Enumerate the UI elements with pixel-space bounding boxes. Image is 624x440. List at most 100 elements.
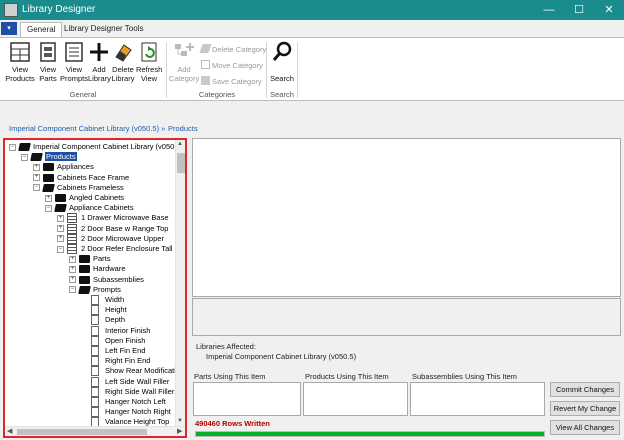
title-bar: Library Designer — ☐ ✕ [0,0,624,20]
folder-icon [55,194,66,202]
tree-node[interactable]: Angled Cabinets [69,193,124,203]
scroll-up-icon[interactable]: ▲ [177,141,183,147]
tree-node[interactable]: Hanger Notch Left [105,397,166,407]
tree-node[interactable]: Left Fin End [105,346,145,356]
scroll-down-icon[interactable]: ▼ [177,418,183,424]
tree-node[interactable]: Left Side Wall Filler [105,377,169,387]
tree-node[interactable]: Interior Finish [105,326,150,336]
product-grid-icon [67,213,77,224]
move-category-icon [201,60,210,69]
expand-node-icon[interactable]: + [57,235,64,243]
tree-node[interactable]: Height [105,305,127,315]
delete-library-button[interactable]: Delete Library [110,41,136,83]
parts-using-list[interactable] [193,382,301,416]
tree-node[interactable]: Prompts [93,285,121,295]
quick-access-dropdown-icon[interactable]: ▾ [1,22,17,35]
tree-node[interactable]: Open Finish [105,336,145,346]
tree-vertical-scrollbar[interactable]: ▲ ▼ [175,140,185,426]
tree-node[interactable]: Right Side Wall Filler [105,387,174,397]
view-all-changes-button[interactable]: View All Changes [550,420,620,435]
expand-node-icon[interactable]: + [69,276,76,284]
app-icon [4,3,18,17]
product-grid-icon [67,233,77,244]
close-button[interactable]: ✕ [594,1,624,19]
scroll-left-icon[interactable]: ◀ [7,427,12,435]
collapse-node-icon[interactable]: − [69,286,76,294]
tree-node[interactable]: Appliance Cabinets [69,203,134,213]
tree-node[interactable]: Parts [93,254,111,264]
view-parts-button[interactable]: View Parts [36,41,60,83]
move-category-button[interactable]: Move Category [201,60,263,71]
tree-node[interactable]: Depth [105,315,125,325]
tree-horizontal-scroll-thumb[interactable] [17,429,147,435]
maximize-button[interactable]: ☐ [564,1,594,19]
revert-my-change-button[interactable]: Revert My Change [550,401,620,416]
expand-node-icon[interactable]: + [45,194,52,202]
tree-node-label: Show Rear Modification [105,366,185,376]
tree-horizontal-scrollbar[interactable]: ◀ ▶ [5,426,185,436]
expand-node-icon[interactable]: + [33,174,40,182]
prompt-document-icon [91,376,99,387]
expand-node-icon[interactable]: + [69,265,76,273]
tree-node-label: 2 Door Microwave Upper [81,233,164,243]
tree-node-label: 1 Drawer Microwave Base [81,213,169,223]
move-category-label: Move Category [212,61,263,70]
commit-changes-button[interactable]: Commit Changes [550,382,620,397]
tree-node[interactable]: Products [45,152,77,162]
tree-node[interactable]: 2 Door Refer Enclosure Tall [81,244,173,254]
products-using-list[interactable] [303,382,408,416]
tree-node[interactable]: Show Rear Modification [105,366,184,376]
tree-node[interactable]: 1 Drawer Microwave Base [81,213,169,223]
view-prompts-button[interactable]: View Prompts [60,41,88,83]
expand-node-icon[interactable]: + [33,163,40,171]
tree-node[interactable]: Hardware [93,264,126,274]
prompt-document-icon [91,295,99,305]
tree-node[interactable]: Subassemblies [93,275,144,285]
tree-node[interactable]: Imperial Component Cabinet Library (v050… [33,142,183,152]
delete-library-label-2: Library [111,74,135,83]
prompt-document-icon [91,397,99,407]
collapse-node-icon[interactable]: − [57,245,64,253]
collapse-node-icon[interactable]: − [45,204,52,212]
item-properties-panel[interactable] [192,138,621,297]
expand-node-icon[interactable]: + [57,214,64,222]
tree-node[interactable]: Width [105,295,124,305]
ribbon-tab-row: ▾ General Library Designer Tools [0,20,624,37]
collapse-node-icon[interactable]: − [21,153,28,161]
library-tree[interactable]: − Imperial Component Cabinet Library (v05… [3,138,187,438]
minimize-button[interactable]: — [534,1,564,19]
tree-node[interactable]: Right Fin End [105,356,150,366]
expand-node-icon[interactable]: + [69,255,76,263]
tree-node[interactable]: Appliances [57,162,94,172]
tree-node-label: Cabinets Face Frame [57,172,130,182]
tree-node[interactable]: Hanger Notch Right [105,407,171,417]
add-library-label-2: Library [88,74,111,83]
refresh-view-button[interactable]: Refresh View [136,41,162,83]
add-library-button[interactable]: Add Library [88,41,111,83]
save-category-button[interactable]: Save Category [201,76,262,87]
add-category-button[interactable]: Add Category [168,41,200,83]
delete-category-button[interactable]: Delete Category [199,44,266,55]
tab-library-designer-tools[interactable]: Library Designer Tools [58,22,149,37]
view-products-icon [10,42,30,62]
tree-node[interactable]: Cabinets Face Frame [57,173,129,183]
view-products-button[interactable]: View Products [4,41,36,83]
breadcrumb-products-link[interactable]: Products [168,124,198,133]
folder-icon [79,265,90,274]
tree-node[interactable]: 2 Door Microwave Upper [81,234,164,244]
subassemblies-using-list[interactable] [410,382,545,416]
tree-node[interactable]: Cabinets Frameless [57,183,124,193]
collapse-node-icon[interactable]: − [33,184,40,192]
view-products-label-2: Products [5,74,35,83]
tree-node-label: Hanger Notch Right [105,407,171,417]
collapse-node-icon[interactable]: − [9,143,16,151]
tree-node[interactable]: 2 Door Base w Range Top [81,224,168,234]
tree-vertical-scroll-thumb[interactable] [177,153,185,173]
prompt-document-icon [91,305,99,316]
search-button[interactable]: Search [268,41,296,83]
breadcrumb-library-link[interactable]: Imperial Component Cabinet Library (v050… [9,124,165,133]
tab-general[interactable]: General [20,22,63,37]
parts-using-label: Parts Using This Item [194,372,266,381]
expand-node-icon[interactable]: + [57,225,64,233]
scroll-right-icon[interactable]: ▶ [177,427,182,435]
